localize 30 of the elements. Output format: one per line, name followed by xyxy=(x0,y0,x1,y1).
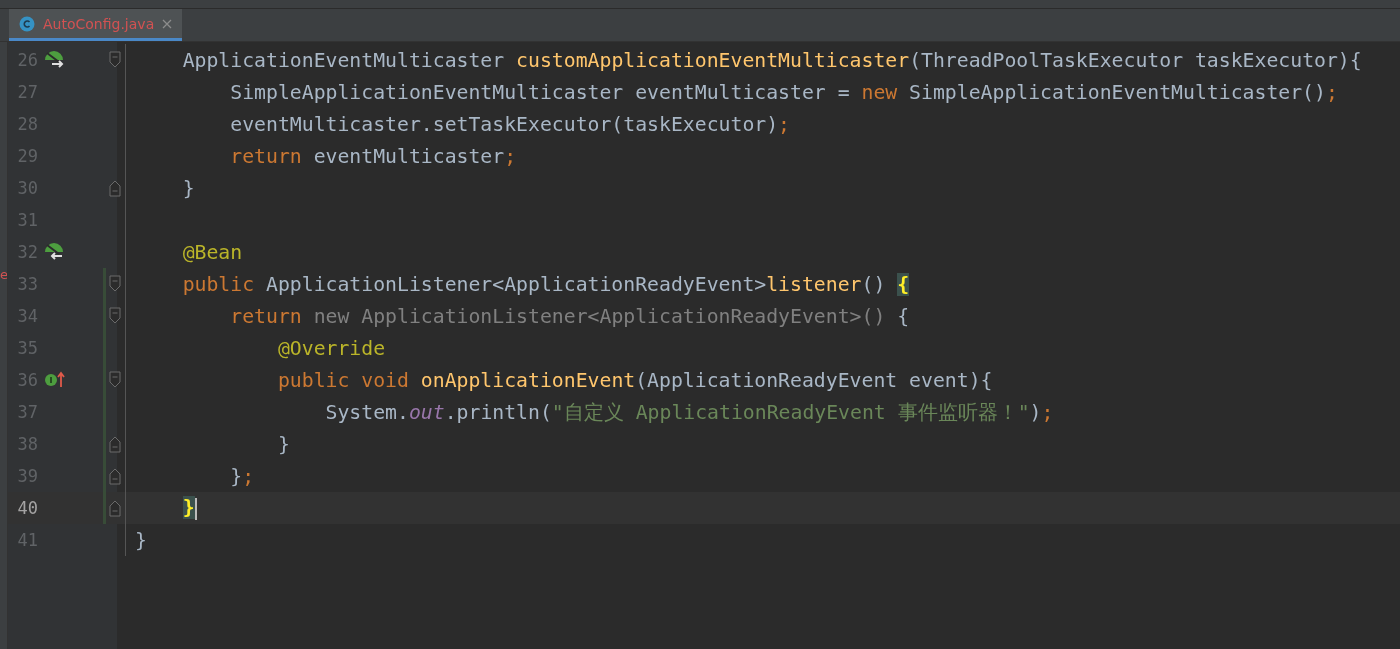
line-number: 40 xyxy=(16,498,38,518)
fold-icon[interactable] xyxy=(109,371,121,389)
override-icon[interactable] xyxy=(44,370,66,390)
bean-arrow-icon[interactable] xyxy=(44,242,66,262)
code-line: @Bean xyxy=(181,240,243,264)
class-icon xyxy=(19,15,35,32)
code-line: eventMulticaster.setTaskExecutor(taskExecutor); xyxy=(229,112,791,136)
fold-icon[interactable] xyxy=(109,467,121,485)
bean-arrow-icon[interactable] xyxy=(44,50,66,70)
fold-icon[interactable] xyxy=(109,499,121,517)
fold-icon[interactable] xyxy=(109,435,121,453)
code-line: }; xyxy=(229,464,255,488)
edge-mark: e xyxy=(0,268,7,282)
close-icon[interactable] xyxy=(162,18,173,29)
fold-icon[interactable] xyxy=(109,307,121,325)
fold-icon[interactable] xyxy=(109,275,121,293)
fold-icon[interactable] xyxy=(109,179,121,197)
code-line: } xyxy=(135,528,147,552)
fold-icon[interactable] xyxy=(109,51,121,69)
code-line: return eventMulticaster; xyxy=(229,144,517,168)
code-line: } xyxy=(276,432,290,456)
code-line: } xyxy=(181,176,195,200)
code-line: return new ApplicationListener<ApplicationReadyEvent>() { xyxy=(229,304,910,328)
code-line: public ApplicationListener<ApplicationReadyEvent>listener() { xyxy=(181,272,910,296)
code-line: @Override xyxy=(276,336,386,360)
code-line: System.out.println("自定义 ApplicationReadyEvent 事件监听器！"); xyxy=(324,400,1054,424)
code-line: SimpleApplicationEventMulticaster eventMulticaster = new SimpleApplicationEventMulticaster(); xyxy=(229,80,1338,104)
editor-tab[interactable]: AutoConfig.java xyxy=(9,9,183,41)
code-line: ApplicationEventMulticaster customApplicationEventMulticaster(ThreadPoolTaskExecutor taskExecutor){ xyxy=(181,48,1362,72)
code-line: public void onApplicationEvent(ApplicationReadyEvent event){ xyxy=(276,368,993,392)
